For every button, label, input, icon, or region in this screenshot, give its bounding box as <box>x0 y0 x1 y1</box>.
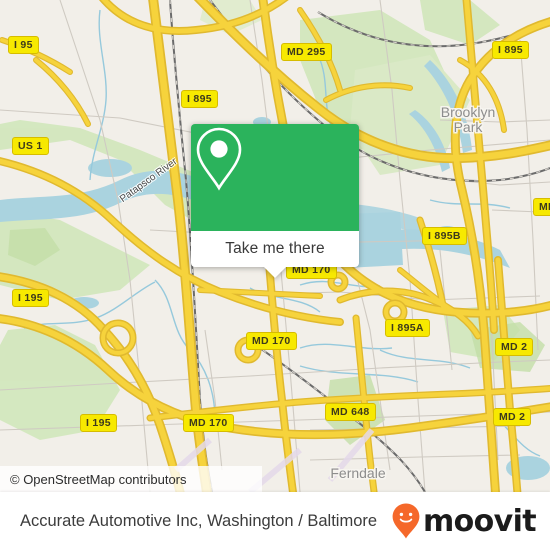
road-shield: I 95 <box>8 36 39 54</box>
map-pin-icon <box>196 127 242 191</box>
moovit-brand[interactable]: moovit <box>391 502 550 540</box>
road-shield: MD 170 <box>246 332 297 350</box>
road-shield: MD 170 <box>183 414 234 432</box>
popup-footer[interactable]: Take me there <box>191 231 359 278</box>
map-screenshot: Brooklyn Park Ferndale Patapsco River I … <box>0 0 550 550</box>
road-shield: MD <box>533 198 550 216</box>
road-shield: US 1 <box>12 137 49 155</box>
map-canvas[interactable]: Brooklyn Park Ferndale Patapsco River I … <box>0 0 550 492</box>
place-label: Brooklyn Park <box>440 104 496 135</box>
popup-pointer-tail <box>264 267 286 278</box>
road-shield: I 895 <box>181 90 218 108</box>
road-shield: I 895A <box>385 319 430 337</box>
popup-header <box>191 124 359 231</box>
take-me-there-label: Take me there <box>225 240 325 257</box>
attribution-text: © OpenStreetMap contributors <box>10 471 187 487</box>
road-shield: I 195 <box>80 414 117 432</box>
moovit-smiley-pin-icon <box>392 503 420 539</box>
location-popup-card[interactable]: Take me there <box>191 124 359 278</box>
footer-bar: Accurate Automotive Inc, Washington / Ba… <box>0 492 550 550</box>
road-shield: MD 648 <box>325 403 376 421</box>
road-shield: I 895B <box>422 227 467 245</box>
road-shield: I 895 <box>492 41 529 59</box>
road-shield: MD 295 <box>281 43 332 61</box>
road-shield: MD 2 <box>495 338 534 356</box>
road-shield: MD 2 <box>493 408 532 426</box>
place-label: Ferndale <box>330 465 386 481</box>
page-title: Accurate Automotive Inc, Washington / Ba… <box>20 511 378 530</box>
moovit-wordmark: moovit <box>422 503 537 539</box>
map-attribution: © OpenStreetMap contributors <box>0 466 262 492</box>
road-shield: I 195 <box>12 289 49 307</box>
